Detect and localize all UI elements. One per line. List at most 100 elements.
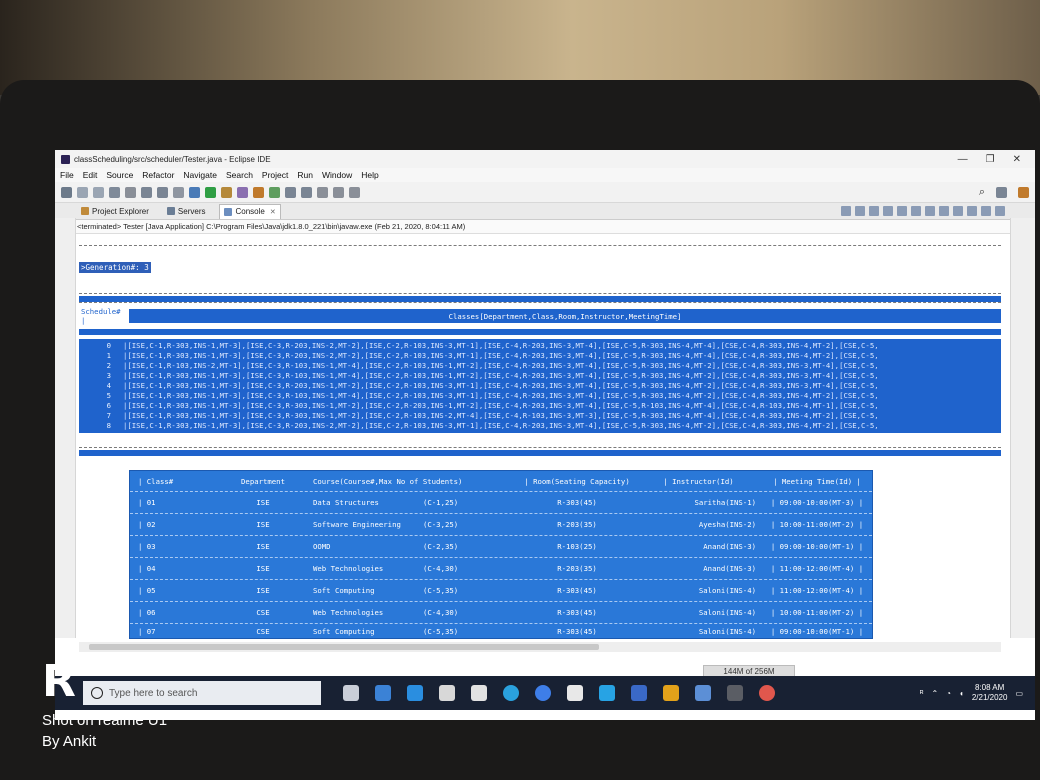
menu-project[interactable]: Project bbox=[262, 170, 288, 180]
new-icon[interactable] bbox=[61, 186, 72, 198]
java-perspective-icon[interactable] bbox=[1018, 186, 1029, 198]
course-code: (C-3,25) bbox=[423, 520, 459, 529]
row-classes: |[ISE,C-1,R-303,INS-1,MT-3],[ISE,C-3,R-1… bbox=[123, 391, 879, 400]
main-toolbar: ⌕ bbox=[55, 182, 1035, 203]
close-icon[interactable]: ✕ bbox=[270, 208, 276, 216]
table-row: | 02 ISE Software Engineering (C-3,25) R-… bbox=[130, 514, 872, 536]
file-explorer-icon[interactable] bbox=[375, 685, 391, 701]
menu-edit[interactable]: Edit bbox=[83, 170, 98, 180]
minimize-view-icon[interactable] bbox=[981, 206, 991, 216]
horizontal-scrollbar[interactable] bbox=[79, 642, 1001, 652]
new-package-icon[interactable] bbox=[253, 186, 264, 198]
notification-icon[interactable]: ▭ bbox=[1015, 689, 1023, 698]
forward-icon[interactable] bbox=[349, 186, 360, 198]
menu-help[interactable]: Help bbox=[361, 170, 378, 180]
display-console-icon[interactable] bbox=[953, 206, 963, 216]
header-class: | Class# bbox=[138, 476, 174, 486]
back-icon[interactable] bbox=[333, 186, 344, 198]
wifi-icon[interactable]: ◔ bbox=[946, 689, 951, 698]
remove-all-icon[interactable] bbox=[869, 206, 879, 216]
volume-icon[interactable]: ◖ bbox=[959, 689, 964, 698]
save-icon[interactable] bbox=[77, 186, 88, 198]
open-type-icon[interactable] bbox=[285, 186, 296, 198]
cell-room: R-303(45) bbox=[557, 626, 597, 636]
store-icon[interactable] bbox=[439, 685, 455, 701]
notes-icon[interactable] bbox=[695, 685, 711, 701]
scroll-thumb[interactable] bbox=[89, 644, 599, 650]
terminate-icon[interactable] bbox=[173, 186, 184, 198]
taskbar: Type here to search ᴿ ⌃ ◔ ◖ 8:08 AM 2/21… bbox=[55, 676, 1035, 710]
eclipse-icon bbox=[61, 154, 70, 164]
suspend-icon[interactable] bbox=[157, 186, 168, 198]
eclipse-taskbar-icon[interactable] bbox=[727, 685, 743, 701]
maximize-button[interactable]: ❐ bbox=[986, 154, 995, 165]
debug-icon[interactable] bbox=[189, 186, 200, 198]
menu-run[interactable]: Run bbox=[297, 170, 313, 180]
header-instructor: | Instructor(Id) bbox=[663, 476, 734, 486]
terminal-icon[interactable] bbox=[109, 186, 120, 198]
menu-source[interactable]: Source bbox=[106, 170, 133, 180]
search-tool-icon[interactable] bbox=[301, 186, 312, 198]
uc-browser-icon[interactable] bbox=[535, 685, 551, 701]
cell-class: | 04 bbox=[138, 564, 156, 573]
table-row: | 04 ISE Web Technologies (C-4,30) R-203(… bbox=[130, 558, 872, 580]
sublime-icon[interactable] bbox=[663, 685, 679, 701]
pin-console-icon[interactable] bbox=[939, 206, 949, 216]
mail-icon[interactable] bbox=[471, 685, 487, 701]
remove-launch-icon[interactable] bbox=[855, 206, 865, 216]
open-console-icon[interactable] bbox=[967, 206, 977, 216]
new-class-icon[interactable] bbox=[269, 186, 280, 198]
app-icon[interactable] bbox=[631, 685, 647, 701]
annotation-icon[interactable] bbox=[317, 186, 328, 198]
tab-console[interactable]: Console ✕ bbox=[219, 203, 281, 219]
menu-file[interactable]: File bbox=[60, 170, 74, 180]
tab-label: Servers bbox=[177, 206, 206, 216]
menu-refactor[interactable]: Refactor bbox=[142, 170, 174, 180]
coverage-icon[interactable] bbox=[221, 186, 232, 198]
row-index: 2 bbox=[106, 361, 111, 370]
search-icon[interactable]: ⌕ bbox=[979, 186, 991, 199]
clear-console-icon[interactable] bbox=[883, 206, 893, 216]
cell-meeting-time: | 11:00-12:00(MT-4) | bbox=[770, 586, 864, 595]
java-icon[interactable] bbox=[567, 685, 583, 701]
close-button[interactable]: ✕ bbox=[1013, 154, 1021, 165]
schedule-header: Schedule# | Classes[Department,Class,Roo… bbox=[79, 307, 1001, 325]
menu-window[interactable]: Window bbox=[322, 170, 352, 180]
course-name: OOMD bbox=[313, 542, 331, 551]
run-icon[interactable] bbox=[205, 186, 216, 198]
schedule-header-title: Classes[Department,Class,Room,Instructor… bbox=[448, 311, 682, 321]
scroll-lock-icon[interactable] bbox=[897, 206, 907, 216]
console-output[interactable]: >Generation#: 3 Schedule# | Classes[Depa… bbox=[79, 245, 1001, 655]
tab-project-explorer[interactable]: Project Explorer bbox=[77, 207, 153, 216]
maximize-view-icon[interactable] bbox=[995, 206, 1005, 216]
schedule-row: 2 |[ISE,C-1,R-103,INS-2,MT-1],[ISE,C-3,R-… bbox=[79, 361, 1001, 371]
edge-icon[interactable] bbox=[407, 685, 423, 701]
skip-breakpoints-icon[interactable] bbox=[125, 186, 136, 198]
show-on-output-icon[interactable] bbox=[925, 206, 935, 216]
cell-class: | 05 bbox=[138, 586, 156, 595]
clock[interactable]: 8:08 AM 2/21/2020 bbox=[972, 683, 1008, 703]
resume-icon[interactable] bbox=[141, 186, 152, 198]
system-tray: ᴿ ⌃ ◔ ◖ 8:08 AM 2/21/2020 ▭ bbox=[920, 683, 1035, 703]
people-icon[interactable]: ᴿ bbox=[920, 689, 924, 698]
cell-instructor: Ayesha(INS-2) bbox=[698, 520, 756, 529]
perspective-icon[interactable] bbox=[996, 186, 1007, 198]
chrome-icon[interactable] bbox=[759, 685, 775, 701]
menu-navigate[interactable]: Navigate bbox=[183, 170, 217, 180]
external-tools-icon[interactable] bbox=[237, 186, 248, 198]
save-all-icon[interactable] bbox=[93, 186, 104, 198]
chevron-up-icon[interactable]: ⌃ bbox=[931, 689, 938, 698]
course-code: (C-4,30) bbox=[423, 608, 459, 617]
cell-class: | 01 bbox=[138, 498, 156, 507]
schedule-row: 8 |[ISE,C-1,R-303,INS-1,MT-3],[ISE,C-3,R-… bbox=[79, 421, 1001, 431]
minimize-button[interactable]: — bbox=[958, 154, 968, 165]
telegram-icon[interactable] bbox=[503, 685, 519, 701]
word-wrap-icon[interactable] bbox=[911, 206, 921, 216]
tab-servers[interactable]: Servers bbox=[163, 207, 210, 216]
menu-search[interactable]: Search bbox=[226, 170, 253, 180]
task-view-icon[interactable] bbox=[343, 685, 359, 701]
whatsapp-icon[interactable] bbox=[599, 685, 615, 701]
row-index: 5 bbox=[106, 391, 111, 400]
stop-icon[interactable] bbox=[841, 206, 851, 216]
terminated-line: <terminated> Tester [Java Application] C… bbox=[55, 220, 1035, 234]
